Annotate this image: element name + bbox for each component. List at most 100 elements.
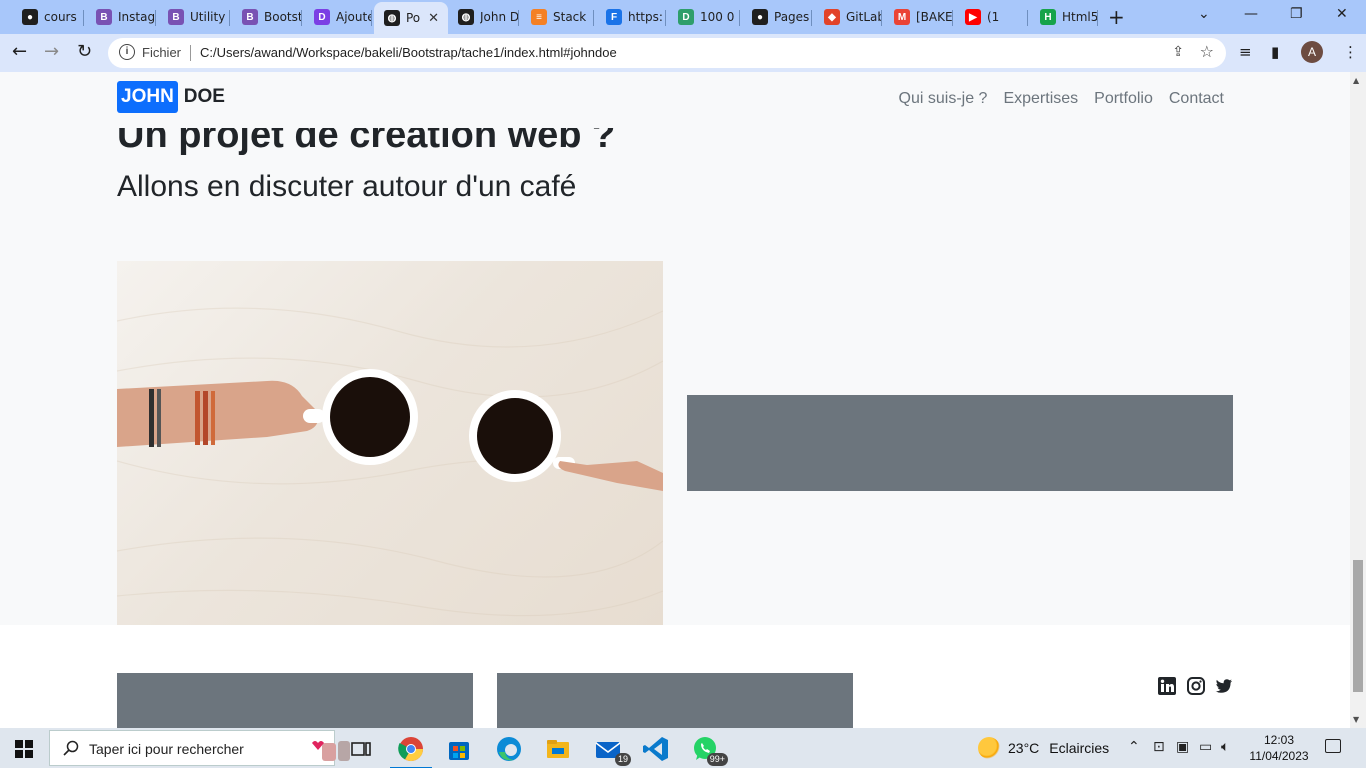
- twitter-icon[interactable]: [1215, 677, 1233, 695]
- tray-meet-icon[interactable]: ⊡: [1153, 739, 1165, 755]
- browser-tab[interactable]: B Bootst: [232, 4, 302, 30]
- gmail-icon: M: [894, 9, 910, 25]
- media-control-icon[interactable]: ≡: [1239, 43, 1252, 61]
- site-nav-links: Qui suis-je ? Expertises Portfolio Conta…: [883, 90, 1224, 108]
- address-bar[interactable]: i Fichier C:/Users/awand/Workspace/bakel…: [108, 38, 1226, 68]
- vscode-icon[interactable]: [641, 734, 671, 764]
- tab-separator: [739, 10, 740, 26]
- weather-widget[interactable]: 23°C Eclaircies: [978, 737, 1109, 759]
- weather-temperature: 23°C: [1008, 740, 1040, 756]
- edge-icon[interactable]: [494, 734, 524, 764]
- globe-icon: ◍: [458, 9, 474, 25]
- youtube-icon: ▶: [965, 9, 981, 25]
- scrollbar-thumb[interactable]: [1353, 560, 1363, 692]
- page-footer: [0, 625, 1350, 728]
- tray-chevron-up-icon[interactable]: ⌃: [1128, 739, 1140, 755]
- chrome-taskbar-app[interactable]: [390, 734, 432, 768]
- bookmark-star-icon[interactable]: ☆: [1200, 42, 1214, 61]
- restore-icon[interactable]: ❐: [1290, 6, 1303, 22]
- bootstrap-icon: B: [242, 9, 258, 25]
- tab-search-chevron-icon[interactable]: ⌄: [1198, 6, 1210, 22]
- nav-link-expertises[interactable]: Expertises: [1003, 90, 1078, 108]
- weather-condition: Eclaircies: [1049, 740, 1110, 756]
- site-info-icon[interactable]: i: [119, 44, 135, 60]
- tab-separator: [1097, 10, 1098, 26]
- bootstrap-icon: B: [96, 9, 112, 25]
- tray-battery-icon[interactable]: ▭: [1199, 739, 1212, 755]
- placeholder-block: [687, 395, 1233, 491]
- browser-tab[interactable]: ◍ John D: [448, 4, 519, 30]
- nav-link-contact[interactable]: Contact: [1169, 90, 1224, 108]
- side-panel-icon[interactable]: ▮: [1271, 43, 1279, 61]
- browser-tab[interactable]: Fhttps:: [596, 4, 666, 30]
- footer-placeholder-block-1: [117, 673, 473, 728]
- minimize-icon[interactable]: —: [1244, 6, 1258, 22]
- system-clock[interactable]: 12:03 11/04/2023: [1244, 732, 1314, 764]
- brand-john: JOHN: [117, 81, 178, 113]
- tab-separator: [593, 10, 594, 26]
- browser-tab[interactable]: ≡ Stack: [521, 4, 594, 30]
- browser-tab[interactable]: D Ajoute: [304, 4, 372, 30]
- file-explorer-icon[interactable]: [543, 734, 573, 764]
- address-url[interactable]: C:/Users/awand/Workspace/bakeli/Bootstra…: [200, 45, 617, 60]
- browser-tab[interactable]: M [BAKE: [884, 4, 953, 30]
- stackoverflow-icon: ≡: [531, 9, 547, 25]
- browser-tab-title: cours: [44, 10, 77, 24]
- windows-start-icon[interactable]: [15, 740, 33, 758]
- browser-tab[interactable]: D 100 0: [668, 4, 740, 30]
- browser-tab-title: John D: [480, 10, 519, 24]
- bootstrap-icon: B: [168, 9, 184, 25]
- windows-taskbar: Taper ici pour rechercher 19 99+ 23°C Ec…: [0, 728, 1366, 768]
- back-arrow-icon[interactable]: ←: [12, 42, 27, 62]
- browser-tab-title: [BAKE: [916, 10, 953, 24]
- clock-time: 12:03: [1263, 733, 1295, 747]
- browser-tab[interactable]: ▶ (1: [955, 4, 1028, 30]
- mail-taskbar-app[interactable]: 19: [593, 734, 631, 766]
- close-tab-icon[interactable]: ✕: [428, 11, 439, 26]
- tray-volume-icon[interactable]: 🔈︎: [1221, 739, 1229, 755]
- address-scheme-label: Fichier: [142, 45, 182, 60]
- forms-icon: F: [606, 9, 622, 25]
- tray-display-icon[interactable]: ▣: [1176, 739, 1189, 755]
- close-window-icon[interactable]: ✕: [1336, 6, 1348, 22]
- page-scrollbar[interactable]: ▲ ▼: [1350, 72, 1366, 728]
- browser-tab[interactable]: ◍ Po ✕: [374, 2, 448, 34]
- scroll-up-arrow-icon[interactable]: ▲: [1353, 76, 1359, 85]
- browser-tab[interactable]: B Utility: [158, 4, 230, 30]
- reload-icon[interactable]: ↻: [77, 42, 92, 62]
- notification-center-icon[interactable]: [1325, 739, 1341, 753]
- scroll-down-arrow-icon[interactable]: ▼: [1353, 715, 1359, 724]
- tab-separator: [518, 10, 519, 26]
- browser-tab[interactable]: ● cours: [12, 4, 84, 30]
- site-brand[interactable]: JOHN DOE: [117, 81, 225, 113]
- tab-separator: [371, 10, 372, 26]
- nav-link-qui-suis-je[interactable]: Qui suis-je ?: [899, 90, 988, 108]
- share-icon[interactable]: ⇪: [1172, 44, 1184, 60]
- browser-tab[interactable]: ● Pages: [742, 4, 812, 30]
- new-tab-button[interactable]: +: [1108, 5, 1125, 29]
- taskbar-search-box[interactable]: Taper ici pour rechercher: [49, 730, 350, 766]
- coffee-photo-illustration: [117, 307, 663, 617]
- browser-tab-strip: ● cours B Instag B Utility B Bootst D Ajoute ◍ Po ✕ ◍…: [0, 0, 1366, 34]
- github-icon: ●: [752, 9, 768, 25]
- browser-tab-title: Instag: [118, 10, 156, 24]
- globe-icon: ◍: [384, 10, 400, 26]
- page-viewport: JOHN DOE Qui suis-je ? Expertises Portfo…: [0, 72, 1350, 728]
- linkedin-icon[interactable]: [1158, 677, 1176, 695]
- whatsapp-taskbar-app[interactable]: 99+: [690, 734, 728, 766]
- site-navbar: JOHN DOE Qui suis-je ? Expertises Portfo…: [0, 72, 1350, 128]
- task-view-icon[interactable]: [346, 734, 376, 764]
- browser-tab[interactable]: ◆ GitLab: [814, 4, 882, 30]
- profile-avatar[interactable]: A: [1301, 41, 1323, 63]
- weather-partly-sunny-icon: [978, 737, 1000, 759]
- microsoft-store-icon[interactable]: [444, 734, 474, 764]
- browser-tab-title: Stack: [553, 10, 587, 24]
- instagram-icon[interactable]: [1187, 677, 1205, 695]
- forward-arrow-icon[interactable]: →: [44, 42, 59, 62]
- browser-menu-icon[interactable]: ⋮: [1343, 43, 1358, 61]
- browser-tab[interactable]: H Html5: [1030, 4, 1098, 30]
- tab-separator: [811, 10, 812, 26]
- nav-link-portfolio[interactable]: Portfolio: [1094, 90, 1153, 108]
- dev-icon: D: [314, 9, 330, 25]
- browser-tab[interactable]: B Instag: [86, 4, 156, 30]
